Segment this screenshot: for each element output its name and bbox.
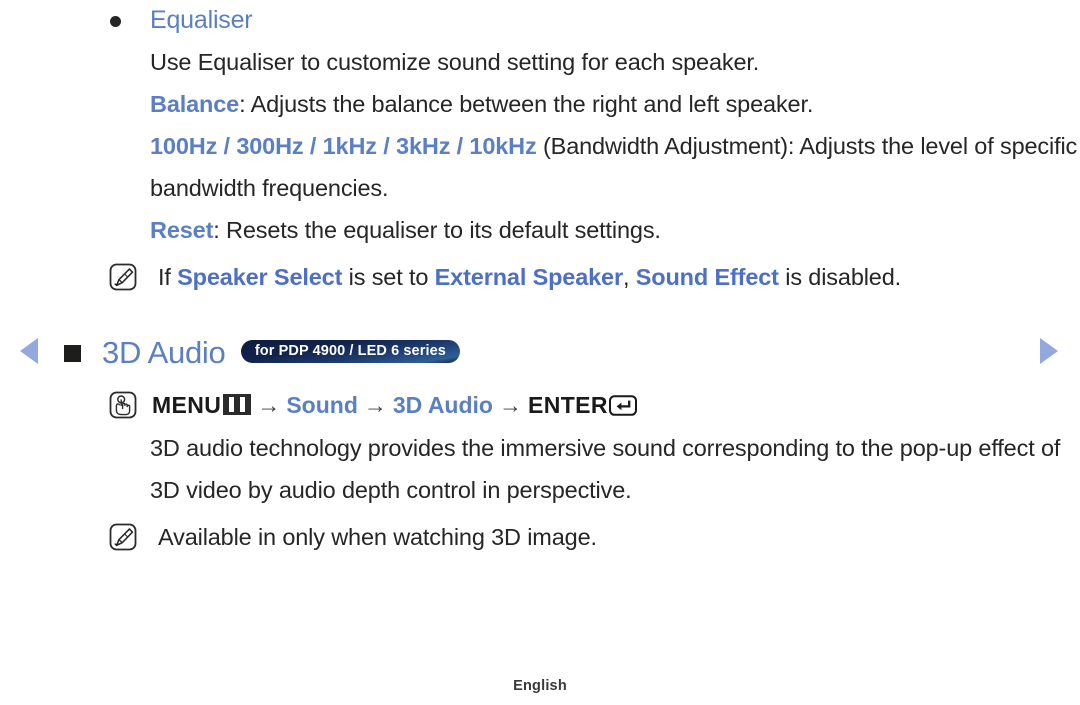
audio3d-note: Available in only when watching 3D image… — [0, 520, 1080, 555]
equaliser-title: Equaliser — [150, 6, 253, 34]
section-square-icon — [64, 345, 81, 362]
footer-language: English — [513, 678, 567, 694]
note-pencil-icon — [108, 262, 138, 292]
path-step-sound[interactable]: Sound — [286, 392, 358, 418]
equaliser-item-balance: Balance: Adjusts the balance between the… — [0, 83, 1080, 125]
term-balance: Balance — [150, 91, 240, 117]
equaliser-item-reset: Reset: Resets the equaliser to its defau… — [0, 209, 1080, 251]
path-arrow-3: → — [498, 392, 522, 418]
path-step-3d-audio[interactable]: 3D Audio — [393, 392, 493, 418]
audio3d-heading-row: 3D Audio for PDP 4900 / LED 6 series — [0, 333, 1080, 377]
equaliser-note-text: If Speaker Select is set to External Spe… — [158, 264, 901, 290]
menu-path-text: MENU → Sound → 3D Audio → ENTER — [152, 392, 637, 418]
audio3d-description: 3D audio technology provides the immersi… — [150, 435, 1061, 503]
path-arrow-2: → — [363, 392, 387, 418]
page-content: Equaliser Use Equaliser to customize sou… — [0, 0, 1080, 555]
audio3d-menu-path: MENU → Sound → 3D Audio → ENTER — [0, 389, 1080, 427]
sep-reset: : — [213, 217, 227, 243]
path-enter-label: ENTER — [527, 392, 608, 418]
model-badge: for PDP 4900 / LED 6 series — [240, 340, 460, 363]
audio3d-section: 3D Audio for PDP 4900 / LED 6 series MEN… — [0, 333, 1080, 555]
bullet-dot-icon — [110, 16, 121, 27]
note-part1: If — [158, 264, 178, 290]
sep-balance: : — [239, 91, 251, 117]
equaliser-description: Use Equaliser to customize sound setting… — [150, 49, 760, 75]
equaliser-note: If Speaker Select is set to External Spe… — [0, 260, 1080, 295]
note-part3: , — [622, 264, 636, 290]
desc-reset: Resets the equaliser to its default sett… — [226, 217, 661, 243]
note-kw-sound-effect: Sound Effect — [635, 264, 779, 290]
term-bandwidth: 100Hz / 300Hz / 1kHz / 3kHz / 10kHz — [150, 133, 537, 159]
audio3d-note-text: Available in only when watching 3D image… — [158, 524, 597, 550]
path-arrow-1: → — [257, 392, 281, 418]
note-kw-speaker-select: Speaker Select — [177, 264, 343, 290]
menu-bars-glyph-icon — [223, 394, 252, 415]
term-reset: Reset — [150, 217, 214, 243]
note-part4: is disabled. — [778, 264, 902, 290]
audio3d-heading: 3D Audio — [102, 335, 226, 370]
equaliser-title-row: Equaliser — [0, 0, 1080, 41]
note-part2: is set to — [342, 264, 435, 290]
equaliser-section: Equaliser Use Equaliser to customize sou… — [0, 0, 1080, 295]
note-kw-external-speaker: External Speaker — [434, 264, 623, 290]
desc-balance: Adjusts the balance between the right an… — [250, 91, 814, 117]
note-pencil-icon — [108, 522, 138, 552]
enter-return-glyph-icon — [608, 393, 637, 416]
path-menu-label: MENU — [152, 392, 222, 418]
press-button-icon — [108, 390, 138, 420]
equaliser-item-bandwidth: 100Hz / 300Hz / 1kHz / 3kHz / 10kHz (Ban… — [0, 125, 1080, 209]
